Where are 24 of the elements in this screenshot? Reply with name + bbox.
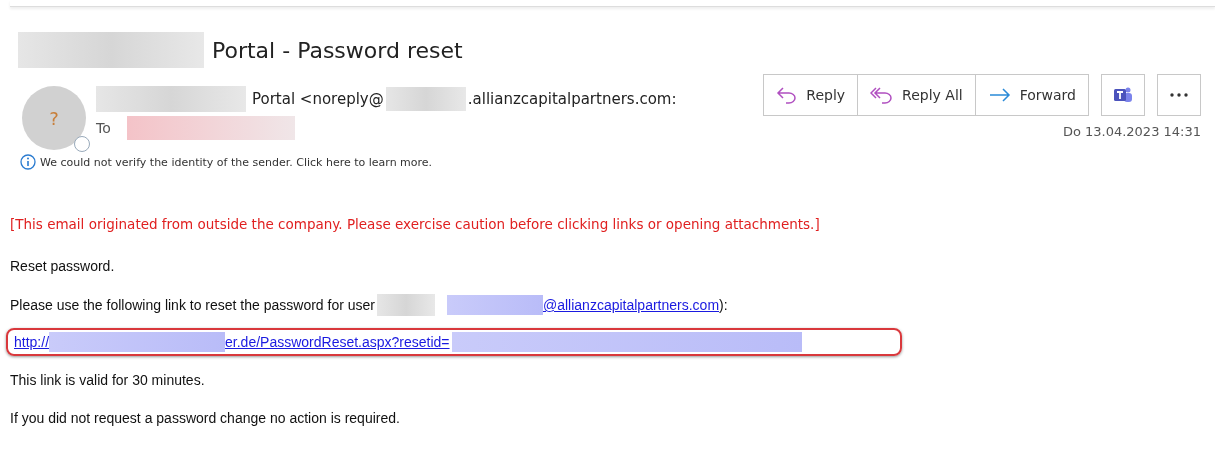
reset-link[interactable]: er.de/PasswordReset.aspx?resetid= <box>225 334 450 350</box>
status-icon <box>74 136 90 152</box>
body-text: If you did not request a password change no action is required. <box>10 410 401 426</box>
body-text: Reset password. <box>10 258 116 274</box>
body-text: ): <box>719 297 728 313</box>
more-icon <box>1170 93 1188 97</box>
received-date: Do 13.04.2023 14:31 <box>1062 124 1201 139</box>
sender-name: Portal <noreply@ <box>252 90 384 108</box>
email-link[interactable]: @allianzcapitalpartners.com <box>543 297 720 313</box>
sender-domain: .allianzcapitalpartners.com: <box>467 90 677 108</box>
teams-button[interactable] <box>1101 74 1145 116</box>
reply-icon <box>776 86 799 104</box>
external-warning-text: [This email originated from outside the company. Please exercise caution before clicking links or opening attachments.] <box>10 216 820 232</box>
body-text: This link is valid for 30 minutes. <box>10 372 206 388</box>
reply-all-icon <box>870 86 895 104</box>
email-subject: Portal - Password reset <box>212 37 463 63</box>
teams-icon <box>1113 86 1133 104</box>
reset-link[interactable]: http:// <box>14 334 50 350</box>
forward-icon <box>987 86 1012 104</box>
sender-warning[interactable]: We could not verify the identity of the sender. Click here to learn more. <box>40 155 433 169</box>
body-text: Please use the following link to reset the password for user <box>10 297 375 313</box>
redaction-bar <box>377 294 435 316</box>
to-label: To <box>96 120 111 136</box>
info-icon <box>20 154 36 170</box>
